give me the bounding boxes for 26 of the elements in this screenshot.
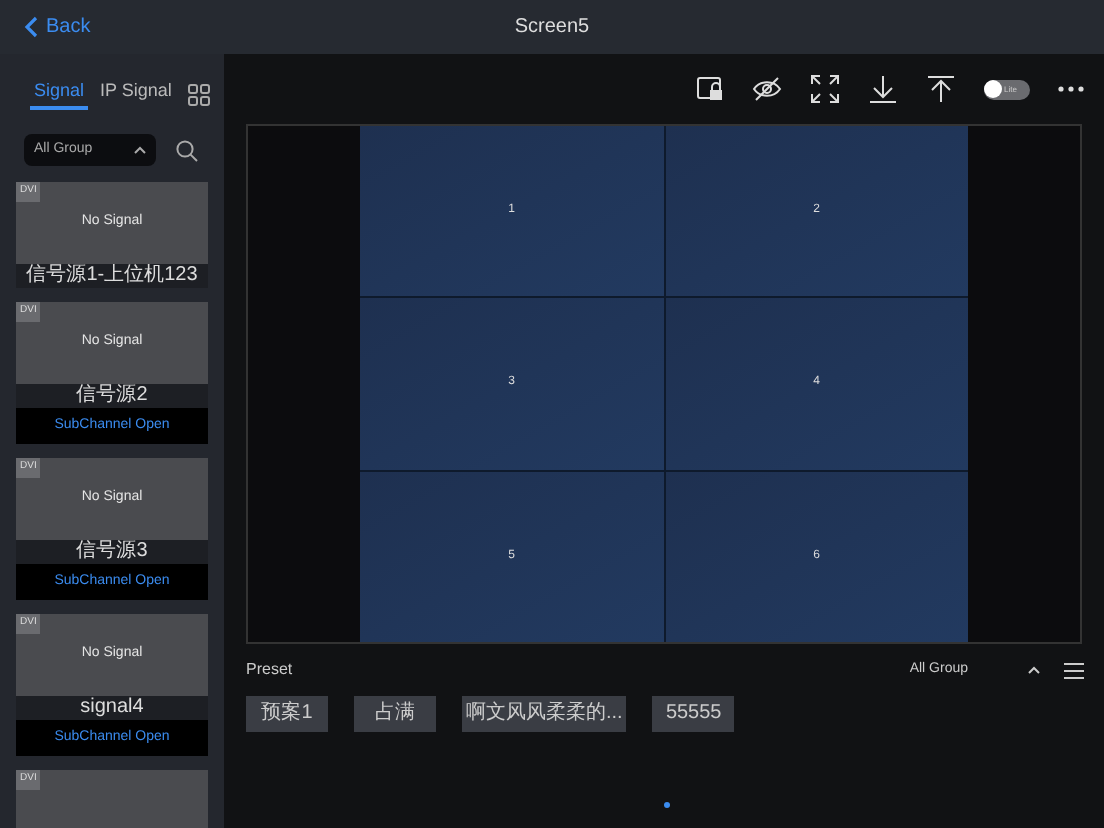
signal-name: 信号源2 bbox=[16, 384, 208, 408]
chevron-left-icon bbox=[24, 16, 38, 38]
eye-slash-icon[interactable] bbox=[752, 74, 782, 104]
search-icon[interactable] bbox=[176, 139, 198, 161]
page-indicator bbox=[664, 802, 670, 808]
signal-tab[interactable]: IP Signal bbox=[96, 78, 176, 110]
menu-icon[interactable] bbox=[1064, 661, 1084, 679]
preset-button[interactable]: 预案1 bbox=[246, 696, 328, 732]
preset-title: Preset bbox=[246, 658, 293, 682]
grid-icon[interactable] bbox=[187, 83, 210, 105]
preset-button[interactable]: 55555 bbox=[652, 696, 735, 732]
preset-button[interactable]: 占满 bbox=[354, 696, 436, 732]
fullscreen-icon[interactable] bbox=[810, 74, 840, 104]
download-icon[interactable] bbox=[868, 74, 898, 104]
preset-button[interactable]: 啊文风风柔柔的... bbox=[462, 696, 627, 732]
lock-screen-icon[interactable] bbox=[694, 74, 724, 104]
screen-title: Screen5 bbox=[514, 14, 590, 42]
signal-name: signal4 bbox=[16, 696, 208, 720]
signal-name: 信号源3 bbox=[16, 540, 208, 564]
upload-icon[interactable] bbox=[926, 74, 956, 104]
back-button[interactable]: Back bbox=[24, 12, 91, 42]
caret-up-icon[interactable] bbox=[1028, 666, 1040, 674]
signal-name: 信号源1-上位机123 bbox=[16, 264, 208, 288]
more-icon[interactable] bbox=[1058, 86, 1084, 92]
signal-tab[interactable]: Signal bbox=[30, 78, 89, 110]
caret-up-icon bbox=[134, 146, 146, 154]
